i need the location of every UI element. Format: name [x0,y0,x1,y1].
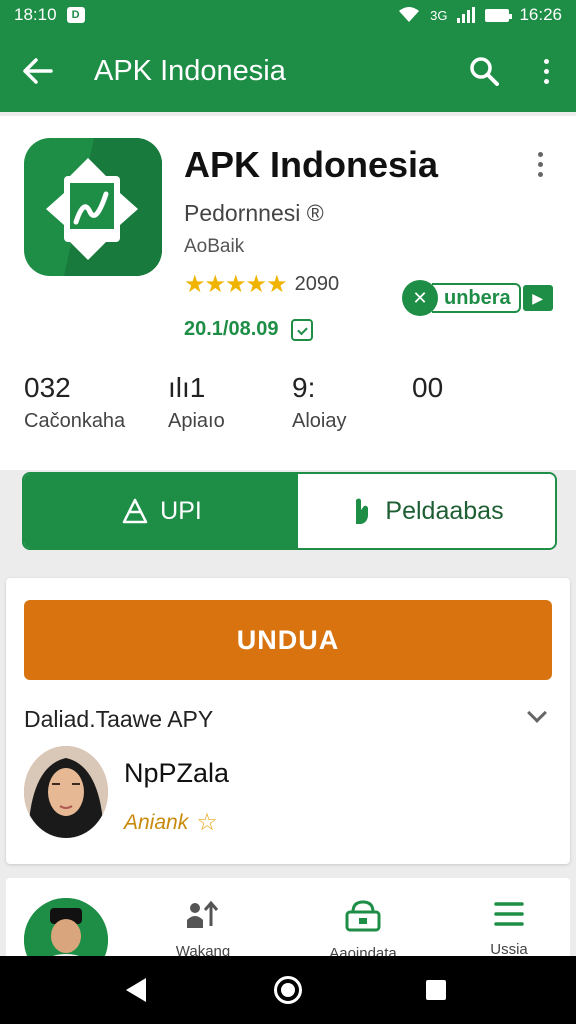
wifi-icon [399,7,420,22]
app-toolbar: APK Indonesia [0,30,576,112]
app-logo-icon [24,138,162,276]
action-segmented-control: UPI Peldaabas [22,472,557,550]
stat-label: Apiaıo [168,410,225,432]
share-icon [122,498,148,524]
stat-rating: ılı1 Apiaıo [168,372,225,433]
overflow-menu-button[interactable] [516,30,576,112]
verified-check-icon [290,318,313,341]
chevron-down-icon[interactable] [527,703,547,723]
status-time-right: 16:26 [519,5,562,24]
reviewer-badge-label: Aniank [124,810,189,834]
developer-link[interactable]: Pedornnesi ® [184,200,324,227]
stat-label: Aloiay [292,410,347,432]
toolbar-title: APK Indonesia [94,54,286,87]
search-icon [470,57,499,86]
notification-app-icon: D [66,7,85,23]
avatar[interactable] [24,898,108,958]
hand-icon [356,498,369,524]
download-note: Daliad.Taawe APY [24,706,214,732]
arrow-left-icon [23,58,53,84]
stat-value: ılı1 [168,372,206,403]
rating-count: 2090 [294,273,340,295]
rating-row: ★★★★★ 2090 [184,270,339,299]
stat-value: 9: [292,372,316,403]
secondary-action-label: Peldaabas [385,496,504,525]
nav-item-aaoindata[interactable]: Aaoindata [308,900,418,958]
status-time-left: 18:10 [14,5,57,24]
system-home-icon[interactable] [274,976,302,1004]
star-icon: ☆ [196,809,218,836]
secondary-action-button[interactable]: Peldaabas [298,474,555,548]
system-nav-bar [0,956,576,1024]
bottom-nav-card: Wakang Aaoindata Ussia [6,878,570,958]
uncertified-badge[interactable]: ✕ unbera ▶ [402,280,553,316]
flag-icon: ▶ [522,285,553,311]
avatar[interactable] [24,746,108,838]
status-bar: 18:10 D 3G 16:26 [0,0,576,30]
stat-value: 032 [24,372,71,403]
menu-icon [494,902,524,926]
app-stats: 032 Cačonkaha ılı1 Apiaıo 9: Aloiay 00 [0,372,576,442]
download-card: UNDUA Daliad.Taawe APY NpPZala Aniank ☆ [6,578,570,864]
stat-value: 00 [412,372,444,403]
system-recents-icon[interactable] [426,980,446,1000]
system-back-icon[interactable] [126,978,146,1002]
bag-icon [345,900,381,932]
app-options-button[interactable] [538,152,543,177]
stat-label: Cačonkaha [24,410,126,432]
update-date: 20.1/08.09 [184,318,279,340]
more-vert-icon [538,152,543,177]
rating-stars-icon: ★★★★★ [184,271,288,298]
primary-action-button[interactable]: UPI [24,474,298,548]
battery-icon [485,8,513,22]
tools-icon: ✕ [402,280,438,316]
stat-downloads: 032 Cačonkaha [24,372,125,433]
nav-item-wakang[interactable]: Wakang [148,900,258,958]
app-name: APK Indonesia [184,144,439,185]
status-right: 3G 16:26 [398,5,562,25]
stat-age: 9: Aloiay [292,372,346,433]
update-date-row: 20.1/08.09 [184,318,313,341]
status-left: 18:10 D [14,5,85,25]
people-icon [187,900,219,928]
uncertified-label: unbera [432,283,521,313]
stat-size: 00 [412,372,443,404]
reviewer-name: NpPZala [124,758,230,788]
back-button[interactable] [0,30,76,112]
more-vert-icon [543,58,549,84]
download-button[interactable]: UNDUA [24,600,552,680]
network-type: 3G [430,7,448,23]
nav-item-ussia[interactable]: Ussia [454,900,564,958]
search-button[interactable] [452,30,516,112]
primary-action-label: UPI [160,496,202,525]
cell-signal-icon [457,7,476,23]
reviewer-badge: Aniank ☆ [124,808,218,837]
app-category[interactable]: AoBaik [184,236,244,258]
